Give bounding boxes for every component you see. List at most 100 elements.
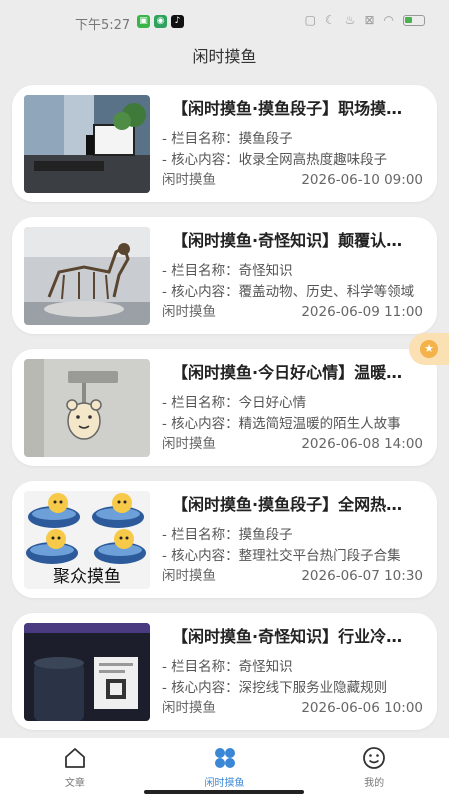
meta-label: 核心内容 [171,416,226,432]
meta-value: 奇怪知识 [238,659,293,675]
meta-label: 核心内容 [171,152,226,168]
meta-sep: ： [225,284,239,300]
article-date: 2026-06-07 10:30 [301,568,423,584]
meta-sep: ： [225,152,239,168]
sim-icon: ▢ [304,13,316,27]
tab-articles[interactable]: 文章 [0,738,150,800]
article-date: 2026-06-06 10:00 [301,700,423,716]
wifi-icon: ◠ [383,13,394,27]
article-source: 闲时摸鱼 [162,172,216,188]
status-right: ▢ ☾ ♨ ⊠ ◠ [305,13,425,27]
meta-label: 栏目名称 [171,131,226,147]
article-meta-content: - 核心内容：收录全网高热度趣味段子 [162,148,424,168]
meta-label: 栏目名称 [171,527,226,543]
meta-value: 精选简短温暖的陌生人故事 [238,416,401,432]
article-date: 2026-06-10 09:00 [301,172,423,188]
meta-prefix: - [162,659,172,675]
article-title: 【闲时摸鱼·摸鱼段子】职场摸鱼段子 [172,99,412,118]
tab-label: 闲时摸鱼 [204,778,245,789]
meta-label: 栏目名称 [171,263,226,279]
page-title: 闲时摸鱼 [192,47,257,66]
article-meta-content: - 核心内容：覆盖动物、历史、科学等领域 [162,280,424,300]
tiktok-app-icon: ♪ [171,15,184,28]
article-thumbnail [24,359,150,457]
meta-value: 整理社交平台热门段子合集 [238,548,401,564]
meta-prefix: - [162,395,172,411]
article-date: 2026-06-09 11:00 [301,304,423,320]
bottom-tab-bar: 文章 闲时摸鱼 我的 [0,738,449,800]
meta-prefix: - [162,284,172,300]
meta-prefix: - [162,152,172,168]
thumbnail-caption: 聚众摸鱼 [53,567,121,587]
meta-value: 摸鱼段子 [238,527,293,543]
meta-sep: ： [225,527,239,543]
article-thumbnail: 聚众摸鱼 [24,491,150,589]
mute-icon: ♨ [344,13,356,27]
status-app-icons: ▣ ◉ ♪ [137,15,184,28]
meta-label: 核心内容 [171,680,226,696]
meta-prefix: - [162,527,172,543]
article-title: 【闲时摸鱼·奇怪知识】行业冷知识 [172,627,412,646]
article-source: 闲时摸鱼 [162,568,216,584]
article-meta-column: - 栏目名称：摸鱼段子 [162,127,424,147]
meta-prefix: - [162,131,172,147]
tab-profile[interactable]: 我的 [299,738,449,800]
article-title: 【闲时摸鱼·奇怪知识】颠覆认知的冷知识 [172,231,412,250]
article-card[interactable]: 聚众摸鱼 【闲时摸鱼·摸鱼段子】全网热门段子 - 栏目名称：摸鱼段子 - 核心内… [12,481,437,598]
chat-app-icon: ▣ [137,15,150,28]
meta-sep: ： [225,395,239,411]
meta-prefix: - [162,416,172,432]
shield-app-icon: ◉ [154,15,167,28]
meta-sep: ： [225,659,239,675]
article-meta-column: - 栏目名称：奇怪知识 [162,259,424,279]
meta-value: 收录全网高热度趣味段子 [238,152,388,168]
article-thumbnail [24,227,150,325]
meta-sep: ： [225,416,239,432]
article-source: 闲时摸鱼 [162,700,216,716]
meta-sep: ： [225,131,239,147]
article-thumbnail [24,623,150,721]
meta-value: 今日好心情 [238,395,307,411]
article-feed: 【闲时摸鱼·摸鱼段子】职场摸鱼段子 - 栏目名称：摸鱼段子 - 核心内容：收录全… [12,85,437,745]
article-meta-column: - 栏目名称：今日好心情 [162,391,424,411]
meta-prefix: - [162,263,172,279]
article-card[interactable]: 【闲时摸鱼·今日好心情】温暖小事 - 栏目名称：今日好心情 - 核心内容：精选简… [12,349,437,466]
meta-value: 奇怪知识 [238,263,293,279]
home-indicator[interactable] [144,790,304,794]
floating-star-button[interactable]: ★ [409,333,449,365]
battery-icon [403,14,425,26]
status-bar: 下午5:27 ▣ ◉ ♪ ▢ ☾ ♨ ⊠ ◠ [0,0,449,40]
meta-sep: ： [225,263,239,279]
house-icon [64,748,85,768]
meta-value: 深挖线下服务业隐藏规则 [238,680,388,696]
article-meta-content: - 核心内容：整理社交平台热门段子合集 [162,544,424,564]
meta-sep: ： [225,548,239,564]
smiley-icon [363,747,386,769]
meta-label: 核心内容 [171,284,226,300]
star-icon: ★ [420,340,438,358]
meta-label: 栏目名称 [171,395,226,411]
meta-label: 核心内容 [171,548,226,564]
article-card[interactable]: 【闲时摸鱼·奇怪知识】行业冷知识 - 栏目名称：奇怪知识 - 核心内容：深挖线下… [12,613,437,730]
meta-sep: ： [225,680,239,696]
article-thumbnail [24,95,150,193]
article-source: 闲时摸鱼 [162,304,216,320]
article-title: 【闲时摸鱼·今日好心情】温暖小事 [172,363,412,382]
article-meta-content: - 核心内容：精选简短温暖的陌生人故事 [162,412,424,432]
article-card[interactable]: 【闲时摸鱼·摸鱼段子】职场摸鱼段子 - 栏目名称：摸鱼段子 - 核心内容：收录全… [12,85,437,202]
meta-label: 栏目名称 [171,659,226,675]
article-title: 【闲时摸鱼·摸鱼段子】全网热门段子 [172,495,412,514]
nosim-icon: ⊠ [364,13,375,27]
article-date: 2026-06-08 14:00 [301,436,423,452]
article-card[interactable]: 【闲时摸鱼·奇怪知识】颠覆认知的冷知识 - 栏目名称：奇怪知识 - 核心内容：覆… [12,217,437,334]
article-meta-content: - 核心内容：深挖线下服务业隐藏规则 [162,676,424,696]
meta-value: 覆盖动物、历史、科学等领域 [238,284,415,300]
status-time: 下午5:27 [75,18,131,33]
moon-icon: ☾ [324,13,336,27]
tab-label: 文章 [64,778,85,789]
article-meta-column: - 栏目名称：奇怪知识 [162,655,424,675]
meta-value: 摸鱼段子 [238,131,293,147]
meta-prefix: - [162,548,172,564]
article-meta-column: - 栏目名称：摸鱼段子 [162,523,424,543]
tab-label: 我的 [364,778,385,789]
